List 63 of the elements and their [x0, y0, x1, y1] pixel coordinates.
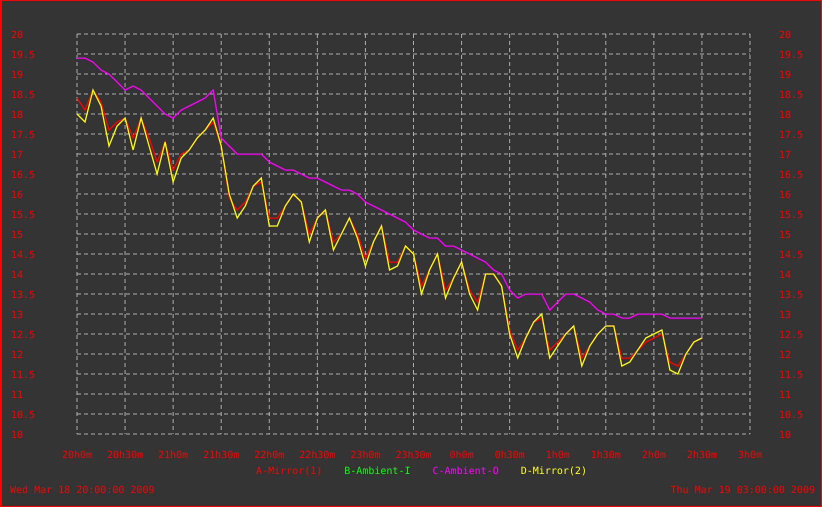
axis-label: 12.5	[11, 330, 36, 341]
axis-label: 20	[779, 30, 792, 41]
axis-label: 16.5	[11, 170, 36, 181]
axis-label: 17	[779, 150, 792, 161]
axis-label: 10	[779, 430, 792, 441]
axis-label: 17.5	[779, 130, 804, 141]
axis-label: 22h30m	[299, 450, 336, 461]
axis-label: 13	[11, 310, 24, 321]
axis-label: 12	[11, 350, 24, 361]
axis-label: 21h0m	[158, 450, 188, 461]
axis-label: 13.5	[11, 290, 36, 301]
axis-label: 14.5	[779, 250, 804, 261]
axis-label: 19	[779, 70, 792, 81]
axis-label: 2h30m	[686, 450, 717, 461]
axis-label: 16	[11, 190, 24, 201]
start-time: Wed Mar 18 20:00:00 2009	[10, 485, 154, 496]
axis-label: 16	[779, 190, 792, 201]
axis-label: 10	[11, 430, 24, 441]
axis-label: 22h0m	[254, 450, 284, 461]
axis-label: 11	[779, 390, 792, 401]
axis-label: 2h0m	[642, 450, 666, 461]
axis-label: 11.5	[11, 370, 36, 381]
axis-label: 11.5	[779, 370, 804, 381]
end-time: Thu Mar 19 03:00:00 2009	[670, 485, 815, 496]
axis-label: 10.5	[779, 410, 804, 421]
axis-label: 3h0m	[738, 450, 762, 461]
axis-label: 18.5	[779, 90, 804, 101]
axis-label: 16.5	[779, 170, 804, 181]
axis-label: 19	[11, 70, 24, 81]
axis-label: 12.5	[779, 330, 804, 341]
axis-label: 13	[779, 310, 792, 321]
axis-label: 1h0m	[546, 450, 570, 461]
axis-label: 0h0m	[450, 450, 474, 461]
axis-label: 12	[779, 350, 792, 361]
axis-label: 14.5	[11, 250, 36, 261]
axis-label: 20h30m	[107, 450, 144, 461]
axis-label: 18	[779, 110, 792, 121]
axis-label: 18	[11, 110, 24, 121]
axis-label: 1h30m	[590, 450, 621, 461]
axis-label: 18.5	[11, 90, 36, 101]
legend-label: C-Ambient-O	[432, 466, 499, 476]
legend-label: D-Mirror(2)	[520, 466, 587, 476]
axis-label: 20h0m	[62, 450, 92, 461]
axis-label: 14	[779, 270, 792, 281]
axis-label: 10.5	[11, 410, 36, 421]
axis-label: 15.5	[779, 210, 804, 221]
axis-label: 19.5	[11, 50, 36, 61]
axis-label: 0h30m	[494, 450, 525, 461]
axis-label: 21h30m	[203, 450, 240, 461]
axis-label: 17.5	[11, 130, 36, 141]
axis-label: 20	[11, 30, 24, 41]
axis-label: 19.5	[779, 50, 804, 61]
axis-label: 23h30m	[395, 450, 432, 461]
axis-label: 15	[779, 230, 792, 241]
legend-label: B-Ambient-I	[344, 466, 410, 476]
axis-label: 15	[11, 230, 24, 241]
axis-label: 15.5	[11, 210, 36, 221]
legend-label: A-Mirror(1)	[256, 466, 322, 476]
axis-label: 14	[11, 270, 24, 281]
axis-label: 11	[11, 390, 24, 401]
axis-label: 17	[11, 150, 24, 161]
axis-label: 23h0m	[350, 450, 380, 461]
axis-label: 13.5	[779, 290, 804, 301]
